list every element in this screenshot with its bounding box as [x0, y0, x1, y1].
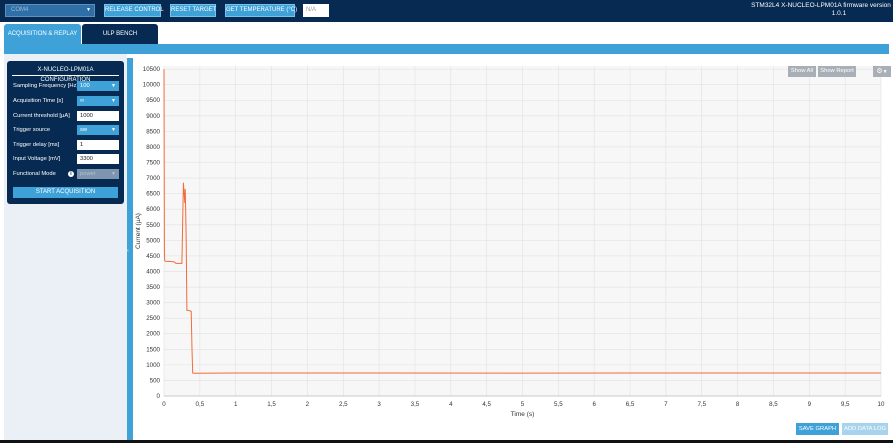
- y-tick-label: 10500: [143, 66, 161, 73]
- y-tick-label: 1000: [146, 362, 160, 369]
- firmware-version: 1.0.1: [831, 10, 847, 17]
- x-tick-label: 10: [878, 401, 885, 408]
- start-acquisition-button[interactable]: START ACQUISITION: [13, 187, 118, 198]
- x-tick-label: 2,5: [339, 401, 348, 408]
- trigger-source-label: Trigger source: [13, 127, 51, 133]
- current-chart[interactable]: 0 500 1000 1500 2000 2500 3000 3500 4000 4500 5000…: [133, 58, 893, 443]
- y-tick-label: 8000: [146, 144, 160, 151]
- y-tick-label: 9000: [146, 113, 160, 120]
- input-voltage-input[interactable]: 3300: [77, 154, 119, 164]
- left-panel: X-NUCLEO-LPM01A CONFIGURATION Sampling F…: [4, 54, 127, 440]
- y-tick-label: 7000: [146, 175, 160, 182]
- y-tick-label: 9500: [146, 97, 160, 104]
- x-tick-label: 7: [664, 401, 668, 408]
- configuration-panel: X-NUCLEO-LPM01A CONFIGURATION Sampling F…: [7, 61, 124, 204]
- y-tick-label: 3500: [146, 284, 160, 291]
- y-tick-label: 10000: [143, 82, 161, 89]
- add-data-log-button[interactable]: ADD DATA LOG: [842, 423, 888, 435]
- trigger-delay-label: Trigger delay [ms]: [13, 142, 60, 148]
- tab-ulp-bench[interactable]: ULP BENCH: [82, 24, 158, 45]
- x-tick-label: 4,5: [482, 401, 491, 408]
- x-tick-label: 6: [592, 401, 596, 408]
- info-icon[interactable]: i: [68, 171, 74, 177]
- current-threshold-input[interactable]: 1000: [77, 111, 119, 121]
- x-tick-label: 6,5: [626, 401, 635, 408]
- trigger-source-select[interactable]: sw ▼: [77, 125, 119, 135]
- tab-strip: ACQUISITION & REPLAY ULP BENCH: [0, 22, 893, 45]
- get-temperature-button[interactable]: GET TEMPERATURE (°C): [225, 4, 297, 17]
- save-graph-button[interactable]: SAVE GRAPH: [796, 423, 839, 435]
- chevron-down-icon: ▼: [86, 7, 91, 13]
- x-tick-label: 5: [521, 401, 525, 408]
- acquisition-time-value: ∞: [80, 98, 85, 104]
- acquisition-time-label: Acquisition Time [s]: [13, 98, 63, 104]
- x-tick-label: 9,5: [841, 401, 850, 408]
- y-tick-label: 500: [150, 377, 161, 384]
- x-tick-label: 1,5: [267, 401, 276, 408]
- port-select[interactable]: COM4 ▼: [5, 4, 95, 17]
- y-axis-label: Current (µA): [135, 213, 142, 249]
- tab-acquisition-replay[interactable]: ACQUISITION & REPLAY: [4, 24, 81, 45]
- functional-mode-select[interactable]: power ▼: [77, 169, 119, 179]
- temperature-value: N/A: [303, 4, 329, 17]
- functional-mode-label: Functional Mode: [13, 171, 56, 177]
- x-tick-label: 5,5: [554, 401, 563, 408]
- reset-target-button[interactable]: RESET TARGET: [170, 4, 216, 17]
- x-tick-label: 7,5: [697, 401, 706, 408]
- configuration-title: X-NUCLEO-LPM01A CONFIGURATION: [12, 65, 119, 83]
- x-tick-label: 8: [736, 401, 740, 408]
- y-tick-label: 6500: [146, 191, 160, 198]
- acquisition-time-select[interactable]: ∞ ▼: [77, 96, 119, 106]
- y-tick-label: 6000: [146, 206, 160, 213]
- chevron-down-icon: ▼: [111, 98, 116, 104]
- y-tick-label: 7500: [146, 160, 160, 167]
- x-tick-label: 0: [162, 401, 166, 408]
- y-tick-label: 4000: [146, 268, 160, 275]
- firmware-info: STM32L4 X-NUCLEO-LPM01A firmware version…: [751, 2, 891, 18]
- x-tick-label: 9: [808, 401, 812, 408]
- x-axis-label: Time (s): [511, 411, 535, 418]
- x-tick-label: 0,5: [196, 401, 205, 408]
- sampling-frequency-value: 100: [80, 83, 90, 89]
- y-tick-label: 3000: [146, 300, 160, 307]
- chart-area: 0 500 1000 1500 2000 2500 3000 3500 4000 4500 5000…: [133, 58, 893, 443]
- x-tick-label: 4: [449, 401, 453, 408]
- chevron-down-icon: ▼: [111, 171, 116, 177]
- y-tick-label: 5000: [146, 237, 160, 244]
- y-tick-label: 2000: [146, 331, 160, 338]
- trigger-source-value: sw: [80, 127, 88, 133]
- top-bar: COM4 ▼ RELEASE CONTROL RESET TARGET GET …: [0, 0, 893, 22]
- sampling-frequency-label: Sampling Frequency [Hz]: [13, 83, 79, 89]
- show-all-button[interactable]: Show All: [788, 66, 816, 77]
- port-select-value: COM4: [11, 7, 29, 13]
- functional-mode-value: power: [80, 171, 96, 177]
- x-tick-label: 8,5: [769, 401, 778, 408]
- x-tick-label: 3: [377, 401, 381, 408]
- x-tick-label: 2: [306, 401, 310, 408]
- current-threshold-label: Current threshold [µA]: [13, 113, 70, 119]
- y-tick-label: 0: [157, 393, 161, 400]
- y-tick-label: 2500: [146, 315, 160, 322]
- y-tick-label: 8500: [146, 128, 160, 135]
- y-tick-label: 5500: [146, 222, 160, 229]
- show-report-button[interactable]: Show Report: [818, 66, 856, 77]
- chevron-down-icon: ▼: [111, 127, 116, 133]
- firmware-title: STM32L4 X-NUCLEO-LPM01A firmware version: [751, 2, 891, 9]
- tab-content-header: [4, 44, 889, 54]
- chevron-down-icon: ▼: [882, 69, 888, 75]
- input-voltage-label: Input Voltage [mV]: [13, 156, 61, 162]
- x-tick-label: 1: [234, 401, 238, 408]
- trigger-delay-input[interactable]: 1: [77, 140, 119, 150]
- chevron-down-icon: ▼: [111, 83, 116, 89]
- sampling-frequency-select[interactable]: 100 ▼: [77, 81, 119, 91]
- chart-settings-button[interactable]: ⚙▼: [873, 66, 891, 77]
- x-tick-label: 3,5: [411, 401, 420, 408]
- release-control-button[interactable]: RELEASE CONTROL: [104, 4, 164, 17]
- y-tick-label: 1500: [146, 346, 160, 353]
- y-tick-label: 4500: [146, 253, 160, 260]
